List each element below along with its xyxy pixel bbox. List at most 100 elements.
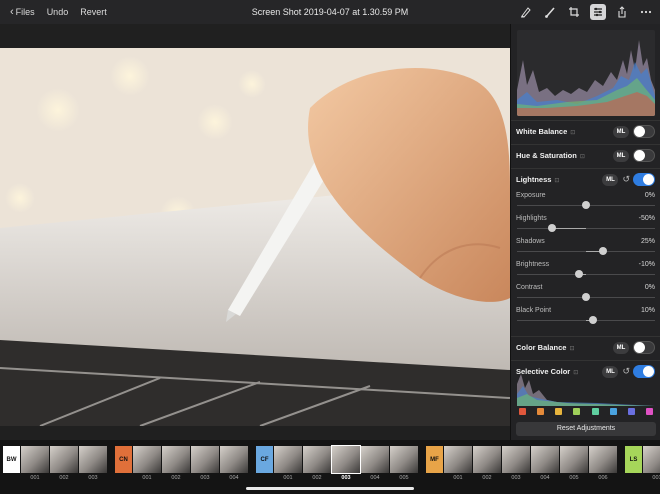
- preset-group-ls: LS 001: [625, 446, 660, 484]
- exposure-label: Exposure: [516, 192, 546, 199]
- markup-icon[interactable]: [518, 4, 534, 20]
- preset-thumb-image: [444, 446, 472, 473]
- preset-group-cn: CN 001 002 003 004: [115, 446, 248, 484]
- preset-thumb[interactable]: 003: [79, 446, 107, 481]
- contrast-thumb[interactable]: [582, 293, 590, 301]
- home-indicator: [246, 487, 414, 490]
- lock-icon: ⊡: [570, 130, 576, 136]
- preset-thumb[interactable]: 004: [531, 446, 559, 481]
- shadows-slider[interactable]: Shadows 25%: [511, 236, 660, 259]
- white-balance-label: White Balance ⊡: [516, 127, 576, 136]
- color-swatch-5[interactable]: [591, 408, 599, 415]
- color-balance-toggle[interactable]: [633, 341, 655, 354]
- brightness-track[interactable]: [517, 274, 655, 275]
- color-swatch-1[interactable]: [519, 408, 526, 415]
- lock-icon: ⊡: [579, 154, 585, 160]
- color-swatch-7[interactable]: [627, 408, 635, 415]
- back-files-button[interactable]: ‹ Files: [4, 0, 41, 24]
- preset-thumb[interactable]: 001: [444, 446, 472, 481]
- hue-saturation-ml-button[interactable]: ML: [613, 149, 629, 162]
- preset-thumb[interactable]: 005: [560, 446, 588, 481]
- share-icon[interactable]: [614, 4, 630, 20]
- preset-thumb-number: 003: [511, 475, 521, 481]
- preset-thumb[interactable]: 001: [21, 446, 49, 481]
- color-balance-ml-button[interactable]: ML: [613, 341, 629, 354]
- exposure-slider[interactable]: Exposure 0%: [511, 190, 660, 213]
- contrast-slider[interactable]: Contrast 0%: [511, 282, 660, 305]
- brightness-value: -10%: [638, 261, 655, 268]
- color-swatch-3[interactable]: [555, 408, 563, 415]
- preset-thumb[interactable]: 002: [50, 446, 78, 481]
- photo-canvas[interactable]: [0, 48, 510, 426]
- lightness-toggle[interactable]: [633, 173, 655, 186]
- preset-thumb-image: [303, 446, 331, 473]
- highlights-thumb[interactable]: [547, 224, 556, 232]
- toggle-knob: [634, 342, 645, 353]
- preset-thumb[interactable]: 003: [331, 445, 361, 481]
- preset-thumb-image: [162, 446, 190, 473]
- preset-category-bw[interactable]: BW: [3, 446, 20, 473]
- lightness-ml-button[interactable]: ML: [602, 173, 619, 186]
- preset-thumb-image: [531, 446, 559, 473]
- black-point-thumb[interactable]: [588, 316, 597, 324]
- preset-thumb-image: [79, 446, 107, 473]
- contrast-value: 0%: [644, 284, 655, 291]
- preset-category-mf[interactable]: MF: [426, 446, 443, 473]
- preset-thumb[interactable]: 001: [643, 446, 660, 481]
- preset-thumb-image: [274, 446, 302, 473]
- more-icon[interactable]: [638, 4, 654, 20]
- undo-button[interactable]: Undo: [41, 0, 75, 24]
- preset-thumb[interactable]: 002: [162, 446, 190, 481]
- preset-thumb[interactable]: 004: [361, 446, 389, 481]
- hue-saturation-toggle[interactable]: [633, 149, 655, 162]
- preset-thumb[interactable]: 006: [589, 446, 617, 481]
- white-balance-toggle[interactable]: [633, 125, 655, 138]
- preset-thumb-image: [191, 446, 219, 473]
- preset-thumb[interactable]: 005: [390, 446, 418, 481]
- black-point-slider[interactable]: Black Point 10%: [511, 305, 660, 328]
- exposure-thumb[interactable]: [582, 201, 590, 209]
- revert-button[interactable]: Revert: [74, 0, 113, 24]
- highlights-fill: [551, 228, 586, 229]
- preset-group-bw: BW 001 002 003: [3, 446, 107, 484]
- preset-thumb[interactable]: 003: [191, 446, 219, 481]
- hue-saturation-row: Hue & Saturation ⊡ ML: [511, 144, 660, 166]
- brush-icon[interactable]: [542, 4, 558, 20]
- preset-category-ls[interactable]: LS: [625, 446, 642, 473]
- preset-thumb[interactable]: 002: [303, 446, 331, 481]
- preset-thumb-image: [331, 445, 361, 474]
- adjustments-icon[interactable]: [590, 4, 606, 20]
- white-balance-ml-button[interactable]: ML: [613, 125, 629, 138]
- brightness-thumb[interactable]: [575, 270, 584, 278]
- preset-category-cf[interactable]: CF: [256, 446, 273, 473]
- highlights-track[interactable]: [517, 228, 655, 229]
- highlights-label: Highlights: [516, 215, 547, 222]
- preset-thumb[interactable]: 001: [274, 446, 302, 481]
- preset-thumb-number: 001: [453, 475, 463, 481]
- preset-thumb[interactable]: 003: [502, 446, 530, 481]
- highlights-slider[interactable]: Highlights -50%: [511, 213, 660, 236]
- toggle-knob: [634, 126, 645, 137]
- preset-thumb[interactable]: 004: [220, 446, 248, 481]
- preset-thumb[interactable]: 002: [473, 446, 501, 481]
- shadows-thumb[interactable]: [599, 247, 608, 255]
- preset-thumb[interactable]: 001: [133, 446, 161, 481]
- crop-icon[interactable]: [566, 4, 582, 20]
- color-swatch-6[interactable]: [609, 408, 617, 415]
- color-swatch-4[interactable]: [573, 408, 581, 415]
- lightness-label: Lightness ⊡: [516, 175, 560, 184]
- preset-category-cn[interactable]: CN: [115, 446, 132, 473]
- toggle-knob: [634, 150, 645, 161]
- color-swatch-8[interactable]: [645, 408, 653, 415]
- preset-thumb-image: [361, 446, 389, 473]
- reset-adjustments-button[interactable]: Reset Adjustments: [516, 422, 656, 436]
- color-swatches: [519, 408, 653, 415]
- preset-thumb-image: [50, 446, 78, 473]
- reset-icon[interactable]: ↺: [622, 174, 630, 185]
- preset-group-cf: CF 001 002 003 004 005: [256, 445, 418, 484]
- preset-thumb-number: 001: [30, 475, 40, 481]
- color-swatch-2[interactable]: [537, 408, 545, 415]
- brightness-slider[interactable]: Brightness -10%: [511, 259, 660, 282]
- preset-thumb-image: [589, 446, 617, 473]
- color-balance-label: Color Balance ⊡: [516, 343, 575, 352]
